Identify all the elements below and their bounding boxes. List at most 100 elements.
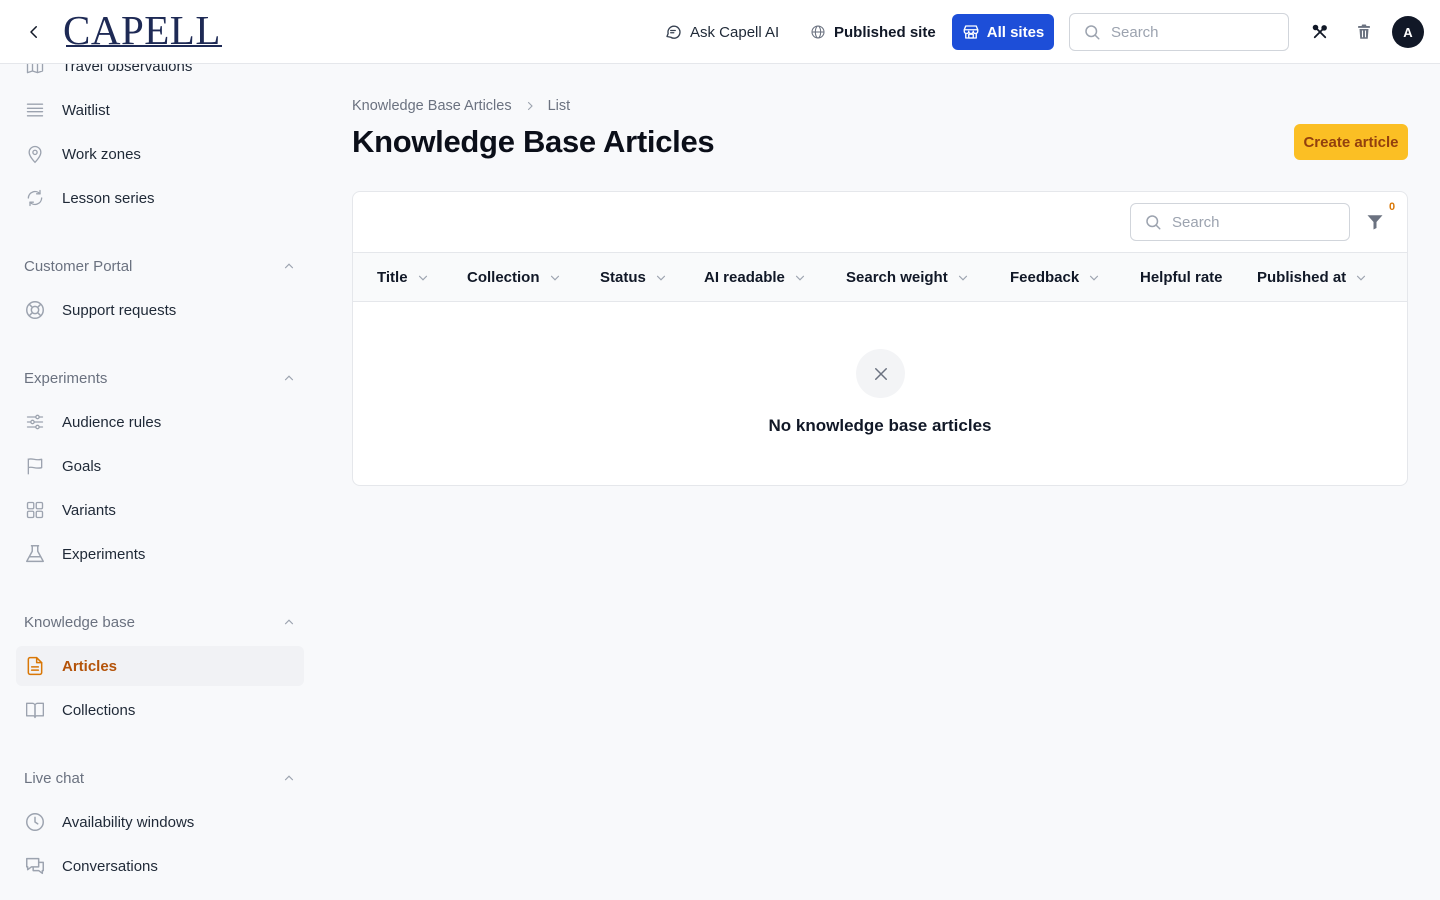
ask-ai-label: Ask Capell AI	[690, 23, 780, 41]
list-icon	[24, 99, 46, 121]
column-header-feedback[interactable]: Feedback	[1010, 253, 1101, 302]
filter-count-badge: 0	[1389, 201, 1396, 213]
sidebar-item-conversations[interactable]: Conversations	[16, 846, 304, 886]
grid-icon	[24, 499, 46, 521]
document-icon	[24, 655, 46, 677]
sidebar: Travel observations Waitlist Work zones …	[0, 64, 320, 900]
sidebar-item-waitlist[interactable]: Waitlist	[16, 90, 304, 130]
chevron-down-icon	[550, 275, 559, 281]
user-avatar[interactable]: A	[1392, 16, 1424, 48]
sidebar-item-audience-rules[interactable]: Audience rules	[16, 402, 304, 442]
column-label: Feedback	[1010, 269, 1080, 286]
published-site-button[interactable]: Published site	[810, 13, 936, 51]
section-customer-portal[interactable]: Customer Portal	[24, 254, 296, 278]
column-label: AI readable	[704, 269, 785, 286]
section-title: Knowledge base	[24, 613, 135, 631]
column-label: Published at	[1257, 269, 1347, 286]
globe-icon	[811, 25, 825, 39]
search-icon	[1085, 25, 1100, 40]
sidebar-item-label: Conversations	[62, 857, 158, 875]
sidebar-item-support-requests[interactable]: Support requests	[16, 290, 304, 330]
map-pin-icon	[24, 143, 46, 165]
column-header-published-at[interactable]: Published at	[1257, 253, 1368, 302]
chevron-left-icon	[30, 26, 37, 38]
sidebar-item-label: Work zones	[62, 145, 141, 163]
chevron-up-icon	[284, 619, 294, 625]
ask-ai-button[interactable]: Ask Capell AI	[664, 13, 779, 51]
storefront-icon	[963, 25, 979, 39]
sidebar-item-experiments[interactable]: Experiments	[16, 534, 304, 574]
empty-state-icon	[856, 349, 905, 398]
tools-button[interactable]	[1309, 21, 1331, 43]
empty-state-text: No knowledge base articles	[768, 416, 992, 435]
chevron-up-icon	[284, 775, 294, 781]
chevron-down-icon	[656, 275, 665, 281]
column-header-ai-readable[interactable]: AI readable	[704, 253, 807, 302]
x-icon	[874, 367, 887, 380]
sliders-icon	[24, 411, 46, 433]
sidebar-item-collections[interactable]: Collections	[16, 690, 304, 730]
chevron-down-icon	[418, 275, 427, 281]
sidebar-item-variants[interactable]: Variants	[16, 490, 304, 530]
section-title: Experiments	[24, 369, 108, 387]
section-live-chat[interactable]: Live chat	[24, 766, 296, 790]
breadcrumb-link[interactable]: Knowledge Base Articles	[352, 98, 512, 114]
map-icon	[24, 64, 46, 77]
all-sites-label: All sites	[986, 23, 1045, 41]
search-icon	[1146, 215, 1161, 230]
repeat-icon	[24, 187, 46, 209]
sidebar-item-lesson-series[interactable]: Lesson series	[16, 178, 304, 218]
lifebuoy-icon	[24, 299, 46, 321]
back-button[interactable]	[22, 20, 46, 44]
sidebar-item-label: Articles	[62, 657, 118, 675]
published-site-label: Published site	[834, 23, 936, 41]
sidebar-item-label: Support requests	[62, 301, 177, 319]
chat-bubble-icon	[666, 25, 681, 39]
section-title: Customer Portal	[24, 257, 133, 275]
table-search[interactable]	[1130, 203, 1350, 241]
book-icon	[24, 699, 46, 721]
section-experiments[interactable]: Experiments	[24, 366, 296, 390]
chat-icon	[24, 855, 46, 877]
top-bar: CAPELL Ask Capell AI Published site All …	[0, 0, 1440, 64]
trash-button[interactable]	[1353, 21, 1375, 43]
beaker-icon	[24, 543, 46, 565]
create-article-button[interactable]: Create article	[1294, 124, 1408, 160]
global-search[interactable]	[1069, 13, 1289, 51]
column-header-collection[interactable]: Collection	[467, 253, 562, 302]
column-header-search-weight[interactable]: Search weight	[846, 253, 970, 302]
table-toolbar: 0	[353, 192, 1407, 253]
table-search-input[interactable]	[1172, 213, 1322, 231]
trash-icon	[1358, 24, 1370, 39]
filter-button[interactable]	[1364, 211, 1386, 233]
sidebar-item-goals[interactable]: Goals	[16, 446, 304, 486]
column-header-title[interactable]: Title	[377, 253, 430, 302]
sidebar-item-articles[interactable]: Articles	[16, 646, 304, 686]
sidebar-item-label: Variants	[62, 501, 116, 519]
sidebar-item-label: Travel observations	[62, 64, 193, 75]
column-label: Title	[377, 269, 408, 286]
filter-icon	[1367, 215, 1383, 230]
column-label: Search weight	[846, 269, 948, 286]
breadcrumb-current: List	[547, 98, 571, 114]
wrench-screwdriver-icon	[1312, 24, 1327, 39]
sidebar-item-label: Experiments	[62, 545, 146, 563]
sidebar-item-availability-windows[interactable]: Availability windows	[16, 802, 304, 842]
column-label: Helpful rate	[1140, 269, 1223, 286]
column-header-status[interactable]: Status	[600, 253, 668, 302]
logo-underline	[66, 45, 222, 47]
sidebar-item-label: Availability windows	[62, 813, 195, 831]
global-search-input[interactable]	[1111, 23, 1261, 41]
chevron-down-icon	[1090, 275, 1099, 281]
chevron-up-icon	[284, 263, 294, 269]
sidebar-item-label: Goals	[62, 457, 102, 475]
section-title: Live chat	[24, 769, 85, 787]
sidebar-item-work-zones[interactable]: Work zones	[16, 134, 304, 174]
sidebar-item-travel-observations[interactable]: Travel observations	[16, 64, 304, 86]
page-title: Knowledge Base Articles	[352, 124, 715, 159]
section-knowledge-base[interactable]: Knowledge base	[24, 610, 296, 634]
sidebar-item-label: Waitlist	[62, 101, 110, 119]
chevron-down-icon	[795, 275, 804, 281]
all-sites-button[interactable]: All sites	[952, 14, 1054, 50]
breadcrumb: Knowledge Base Articles List	[352, 96, 570, 116]
